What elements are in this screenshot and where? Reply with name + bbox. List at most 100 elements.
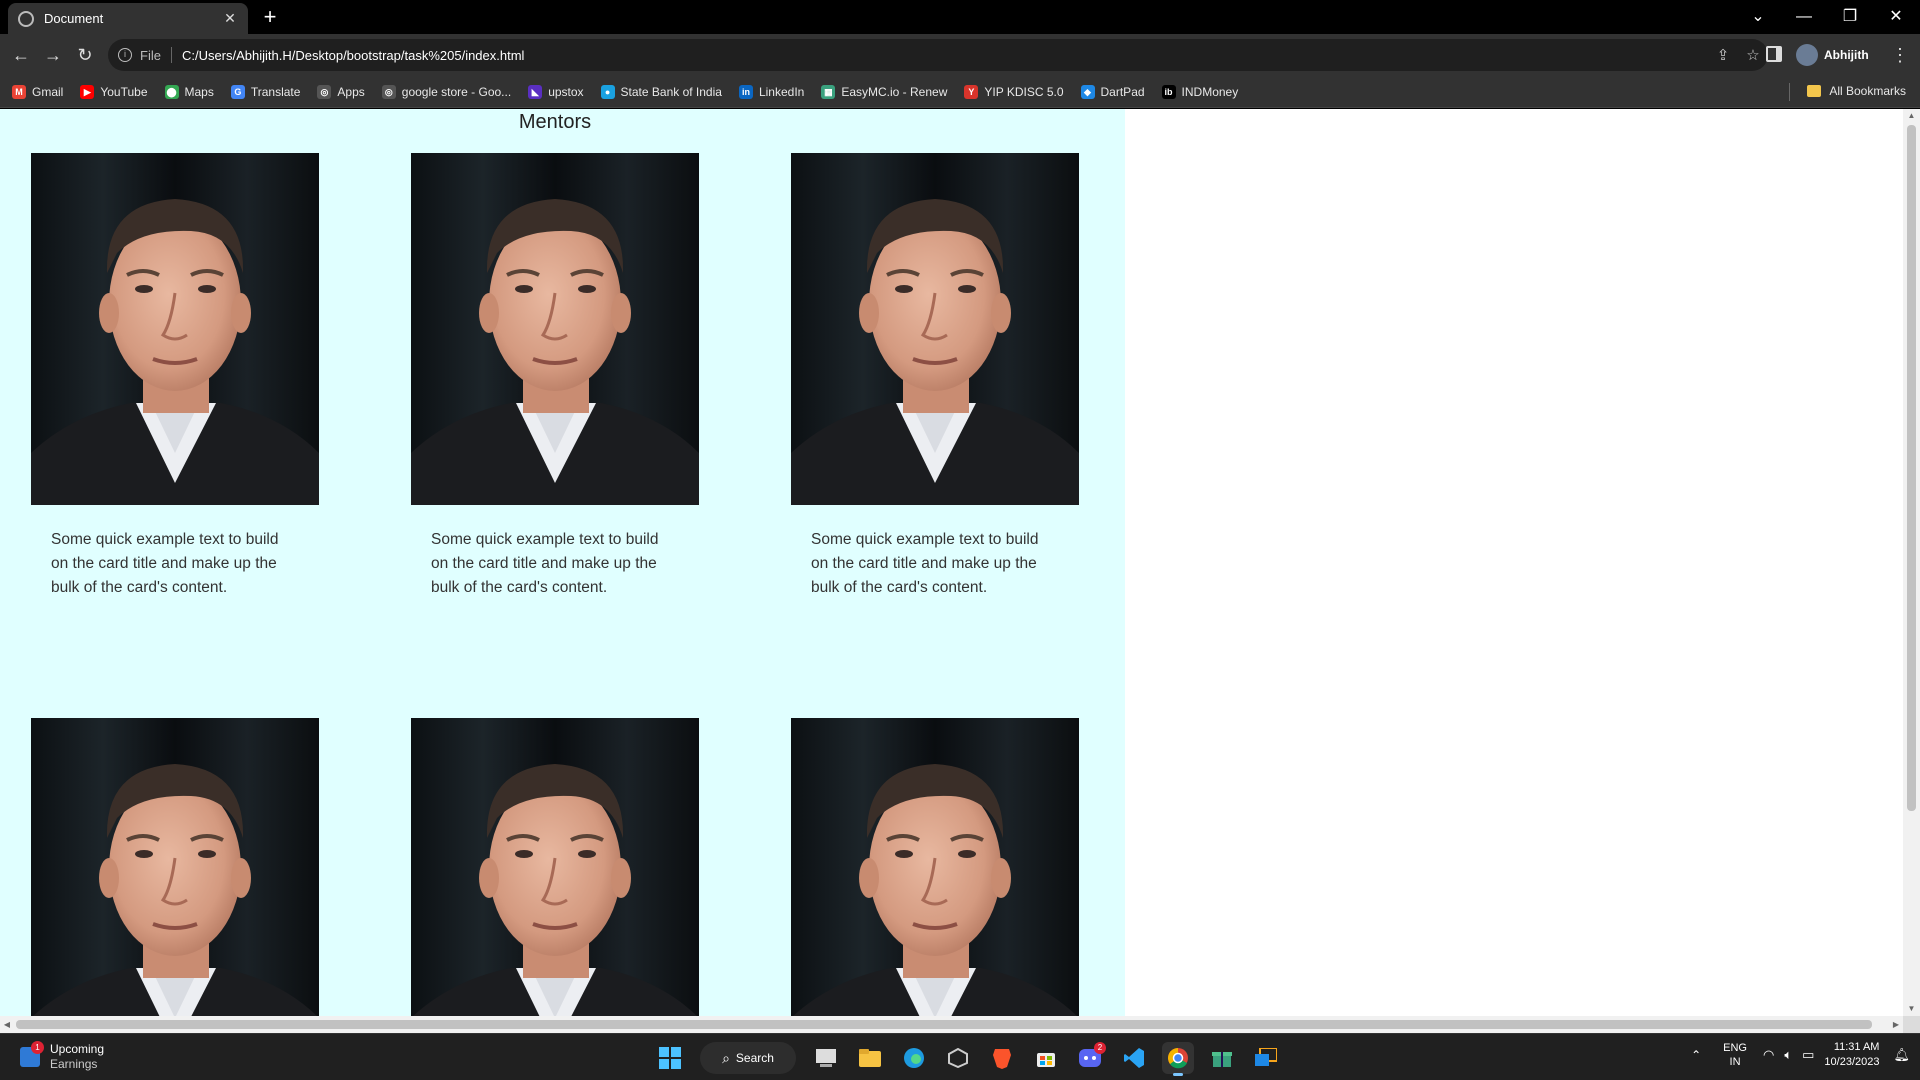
bookmark-item[interactable]: ◆ DartPad [1080, 84, 1145, 99]
info-icon[interactable]: i [118, 48, 132, 62]
browser-title-bar: Document ✕ + ⌄ — ❐ ✕ [0, 0, 1920, 34]
scroll-up-icon[interactable]: ▲ [1903, 109, 1920, 123]
folder-icon [1807, 85, 1822, 97]
tab-title: Document [44, 11, 104, 26]
bookmark-label: INDMoney [1181, 84, 1239, 99]
horizontal-scrollbar[interactable]: ◀ ▶ [0, 1016, 1903, 1033]
taskbar-search[interactable]: ⌕ Search [700, 1042, 796, 1074]
bookmark-label: Translate [250, 84, 301, 99]
bookmark-label: upstox [548, 84, 584, 99]
unity-icon[interactable] [942, 1042, 974, 1074]
bookmark-label: Maps [184, 84, 214, 99]
battery-icon[interactable]: ▭ [1802, 1047, 1814, 1063]
notification-bell-icon[interactable]: 🔔︎ [1893, 1047, 1910, 1063]
side-panel-icon[interactable] [1766, 46, 1782, 62]
vertical-scrollbar[interactable]: ▲ ▼ [1903, 109, 1920, 1016]
bookmark-item[interactable]: ⬤ Maps [164, 84, 214, 99]
all-bookmarks-button[interactable]: All Bookmarks [1807, 84, 1906, 98]
bookmark-label: YIP KDISC 5.0 [984, 84, 1064, 99]
new-tab-button[interactable]: + [258, 5, 282, 29]
address-bar[interactable]: i File C:/Users/Abhijith.H/Desktop/boots… [108, 39, 1768, 71]
bookmarks-bar: M Gmail ▶ YouTube ⬤ Maps G Translate ◎ Apps ◎ googl… [0, 76, 1920, 108]
profile-button[interactable]: Abhijith [1796, 42, 1869, 68]
close-window-button[interactable]: ✕ [1876, 4, 1916, 30]
file-explorer-icon[interactable] [854, 1042, 886, 1074]
discord-icon[interactable]: 2 [1074, 1042, 1106, 1074]
globe-icon: ◎ [317, 84, 332, 99]
mentor-photo [791, 153, 1079, 505]
clock[interactable]: 11:31 AM 10/23/2023 [1824, 1040, 1879, 1070]
mentor-card [411, 718, 699, 1016]
task-view-icon[interactable] [810, 1042, 842, 1074]
language-code: ENG [1723, 1042, 1747, 1054]
bookmark-star-icon[interactable]: ☆ [1738, 46, 1768, 64]
youtube-icon: ▶ [80, 84, 95, 99]
bookmark-item[interactable]: ▦ EasyMC.io - Renew [821, 84, 948, 99]
taskbar-apps: ⌕ Search 2 [648, 1040, 1288, 1076]
tab-search-icon[interactable]: ⌄ [1738, 4, 1778, 30]
notification-badge: 2 [1094, 1042, 1106, 1054]
file-label: File [140, 47, 161, 63]
edge-icon[interactable] [898, 1042, 930, 1074]
share-icon[interactable]: ⇪ [1708, 46, 1738, 64]
browser-toolbar: ← → ↻ i File C:/Users/Abhijith.H/Desktop… [0, 34, 1920, 76]
scrollbar-thumb[interactable] [16, 1020, 1872, 1029]
profile-name: Abhijith [1824, 48, 1869, 62]
mentor-photo [411, 153, 699, 505]
mentor-photo [31, 718, 319, 1016]
avatar [1796, 44, 1818, 66]
bookmark-item[interactable]: ◎ google store - Goo... [381, 84, 511, 99]
wifi-icon[interactable]: ◠ [1763, 1047, 1774, 1063]
bookmark-item[interactable]: ib INDMoney [1161, 84, 1239, 99]
bookmark-item[interactable]: ◎ Apps [317, 84, 365, 99]
bookmark-item[interactable]: Y YIP KDISC 5.0 [964, 84, 1064, 99]
brave-icon[interactable] [986, 1042, 1018, 1074]
minimize-button[interactable]: — [1784, 4, 1824, 30]
system-tray: ⌃ ENG IN ◠ 🔈︎ ▭ 11:31 AM 10/23/2023 🔔︎ [1691, 1040, 1910, 1070]
language-indicator[interactable]: ENG IN [1723, 1041, 1747, 1069]
scroll-left-icon[interactable]: ◀ [0, 1016, 14, 1033]
globe-icon [18, 10, 34, 27]
bookmark-item[interactable]: G Translate [230, 84, 301, 99]
bookmark-item[interactable]: ◣ upstox [528, 84, 584, 99]
region-code: IN [1729, 1056, 1741, 1068]
globe-icon: ◎ [381, 84, 396, 99]
divider [1789, 83, 1790, 101]
gift-icon[interactable] [1206, 1042, 1238, 1074]
page-title: Mentors [518, 111, 592, 133]
card-text: Some quick example text to build on the … [51, 531, 279, 596]
show-hidden-icons-icon[interactable]: ⌃ [1691, 1048, 1701, 1062]
search-label: Search [735, 1051, 774, 1065]
date-text: 10/23/2023 [1824, 1056, 1880, 1068]
widgets-button[interactable]: 1 Upcoming Earnings [20, 1041, 105, 1072]
scroll-down-icon[interactable]: ▼ [1903, 1002, 1920, 1016]
search-icon: ⌕ [722, 1049, 730, 1066]
windows-start-icon[interactable] [654, 1042, 686, 1074]
mentor-card: Some quick example text to build on the … [791, 153, 1079, 600]
scroll-right-icon[interactable]: ▶ [1889, 1016, 1903, 1033]
reload-icon[interactable]: ↻ [73, 43, 97, 67]
remote-desktop-icon[interactable] [1250, 1042, 1282, 1074]
bookmark-item[interactable]: ▶ YouTube [80, 84, 148, 99]
microsoft-store-icon[interactable] [1030, 1042, 1062, 1074]
bookmark-label: EasyMC.io - Renew [841, 84, 948, 99]
restore-button[interactable]: ❐ [1830, 4, 1870, 30]
close-tab-icon[interactable]: ✕ [222, 10, 238, 27]
widget-title: Upcoming [50, 1042, 105, 1056]
bookmark-item[interactable]: M Gmail [12, 84, 63, 99]
chrome-icon[interactable] [1162, 1042, 1194, 1076]
vscode-icon[interactable] [1118, 1042, 1150, 1074]
stocks-icon: 1 [20, 1041, 44, 1067]
forward-arrow-icon[interactable]: → [41, 43, 65, 67]
volume-icon[interactable]: 🔈︎ [1784, 1047, 1792, 1063]
back-arrow-icon[interactable]: ← [9, 43, 33, 67]
browser-tab[interactable]: Document ✕ [8, 3, 248, 34]
more-menu-icon[interactable]: ⋮ [1890, 43, 1910, 67]
bookmark-item[interactable]: ● State Bank of India [600, 84, 722, 99]
scrollbar-thumb[interactable] [1907, 125, 1916, 811]
time-text: 11:31 AM [1833, 1041, 1880, 1053]
linkedin-icon: in [738, 84, 753, 99]
bookmark-label: YouTube [100, 84, 148, 99]
url-text[interactable]: C:/Users/Abhijith.H/Desktop/bootstrap/ta… [182, 48, 1708, 63]
bookmark-item[interactable]: in LinkedIn [738, 84, 804, 99]
